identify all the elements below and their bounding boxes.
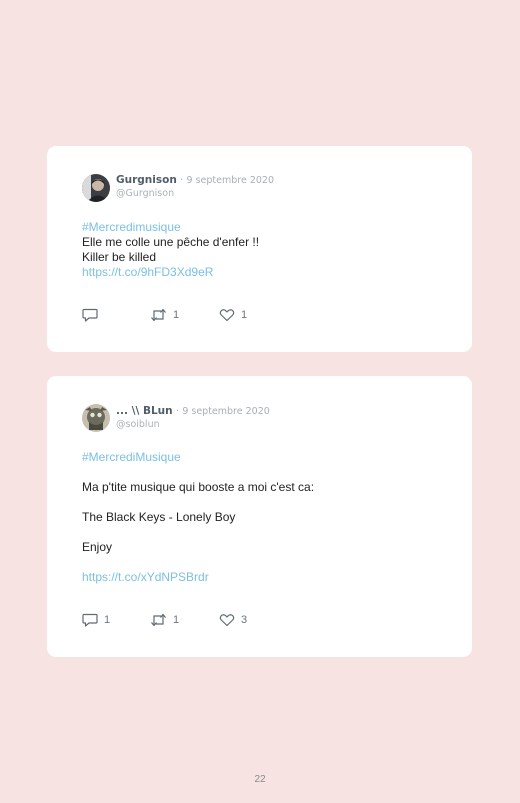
tweet-text: #Mercredimusique Elle me colle une pêche… — [82, 220, 452, 280]
retweet-icon — [151, 613, 166, 627]
author-name[interactable]: Gurgnison — [116, 174, 177, 186]
retweet-button[interactable]: 1 — [150, 307, 179, 323]
like-button[interactable]: 1 — [219, 307, 247, 323]
separator: · — [180, 175, 184, 186]
reply-icon — [82, 613, 98, 627]
separator: · — [175, 406, 179, 417]
reply-icon — [82, 308, 98, 322]
reply-button[interactable] — [82, 307, 104, 323]
tweet-link[interactable]: https://t.co/9hFD3Xd9eR — [82, 265, 452, 280]
tweet-card: Gurgnison · 9 septembre 2020 @Gurgnison … — [47, 146, 472, 352]
hashtag-link[interactable]: #Mercredimusique — [82, 220, 452, 235]
hashtag-link[interactable]: #MercrediMusique — [82, 450, 452, 465]
tweet-line: The Black Keys - Lonely Boy — [82, 510, 236, 524]
like-count: 1 — [241, 309, 248, 321]
avatar[interactable] — [82, 174, 110, 202]
heart-icon — [219, 614, 235, 627]
avatar[interactable] — [82, 404, 110, 432]
tweet-line: Enjoy — [82, 540, 113, 554]
heart-icon — [219, 309, 235, 322]
tweet-date[interactable]: 9 septembre 2020 — [187, 175, 274, 186]
reply-count: 1 — [104, 614, 111, 626]
retweet-button[interactable]: 1 — [150, 612, 179, 628]
tweet-header: Gurgnison · 9 septembre 2020 @Gurgnison — [116, 174, 274, 200]
tweet-line: Killer be killed — [82, 250, 157, 264]
tweet-date[interactable]: 9 septembre 2020 — [182, 406, 269, 417]
tweet-link[interactable]: https://t.co/xYdNPSBrdr — [82, 570, 452, 585]
author-handle[interactable]: @soiblun — [116, 418, 270, 431]
like-button[interactable]: 3 — [219, 612, 247, 628]
tweet-card: ... \\ BLun · 9 septembre 2020 @soiblun … — [47, 376, 472, 657]
tweet-header: ... \\ BLun · 9 septembre 2020 @soiblun — [116, 405, 270, 431]
reply-button[interactable]: 1 — [82, 612, 110, 628]
author-handle[interactable]: @Gurgnison — [116, 187, 274, 200]
tweet-line: Ma p'tite musique qui booste a moi c'est… — [82, 480, 315, 494]
author-name[interactable]: ... \\ BLun — [116, 405, 173, 417]
retweet-count: 1 — [173, 309, 180, 321]
page-number: 22 — [254, 774, 266, 785]
tweet-line: Elle me colle une pêche d'enfer !! — [82, 235, 260, 249]
retweet-icon — [151, 308, 166, 322]
retweet-count: 1 — [173, 614, 180, 626]
like-count: 3 — [241, 614, 248, 626]
tweet-text: #MercrediMusique Ma p'tite musique qui b… — [82, 450, 452, 600]
